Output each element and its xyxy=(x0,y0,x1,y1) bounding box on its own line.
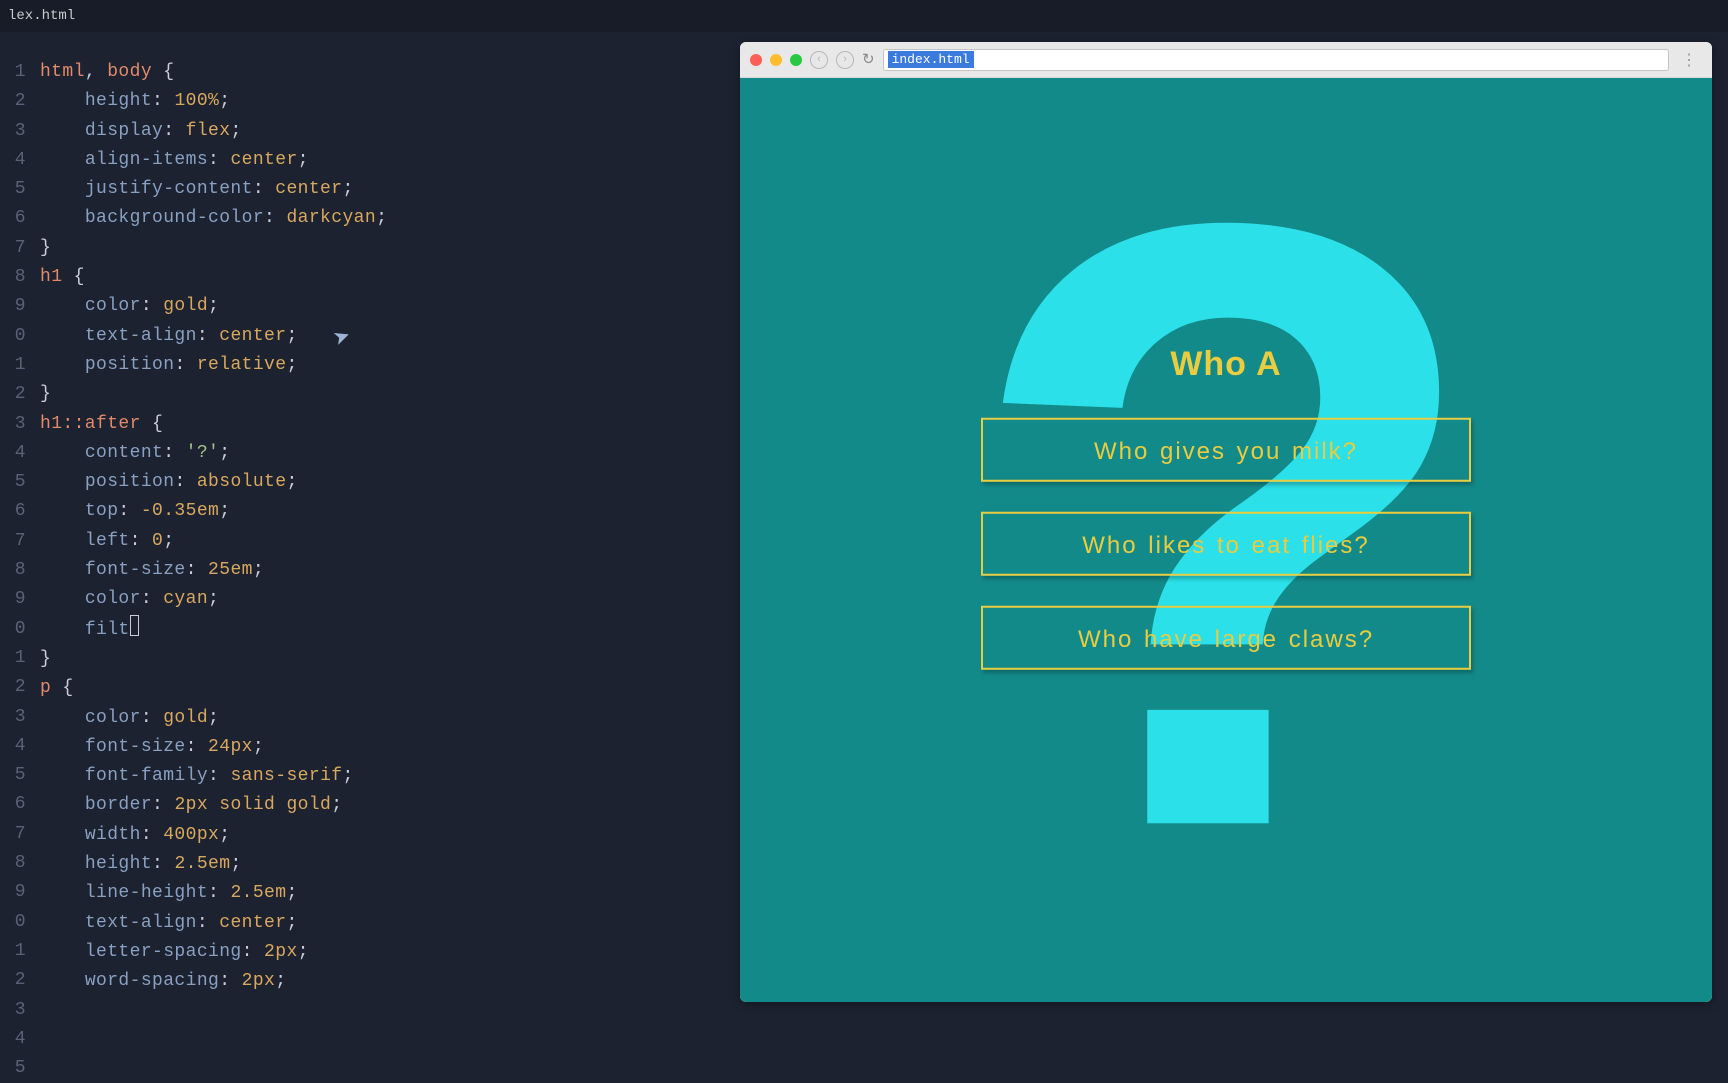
browser-window: ‹ › ↻ index.html ⋮ ? Who A Who gives you… xyxy=(740,42,1712,1002)
minimize-icon[interactable] xyxy=(770,54,782,66)
forward-button[interactable]: › xyxy=(836,51,854,69)
url-text: index.html xyxy=(888,51,974,68)
quiz-stage: Who A Who gives you milk? Who likes to e… xyxy=(976,345,1476,700)
close-icon[interactable] xyxy=(750,54,762,66)
line-number-gutter: 12345678901234567890123456789012345 xyxy=(0,32,26,1080)
address-bar[interactable]: index.html xyxy=(883,49,1669,71)
reload-button[interactable]: ↻ xyxy=(862,50,875,69)
code-content[interactable]: html, body { height: 100%; display: flex… xyxy=(26,32,387,1080)
browser-toolbar: ‹ › ↻ index.html ⋮ xyxy=(740,42,1712,78)
question-item: Who have large claws? xyxy=(981,606,1471,670)
question-item: Who likes to eat flies? xyxy=(981,512,1471,576)
question-item: Who gives you milk? xyxy=(981,418,1471,482)
code-editor[interactable]: 12345678901234567890123456789012345 html… xyxy=(0,32,740,1080)
open-file-tab[interactable]: lex.html xyxy=(8,8,75,24)
page-title: Who A xyxy=(976,345,1476,384)
menu-icon[interactable]: ⋮ xyxy=(1677,50,1702,70)
browser-viewport: ? Who A Who gives you milk? Who likes to… xyxy=(740,78,1712,1002)
editor-tabbar: lex.html xyxy=(0,0,1728,32)
maximize-icon[interactable] xyxy=(790,54,802,66)
back-button[interactable]: ‹ xyxy=(810,51,828,69)
